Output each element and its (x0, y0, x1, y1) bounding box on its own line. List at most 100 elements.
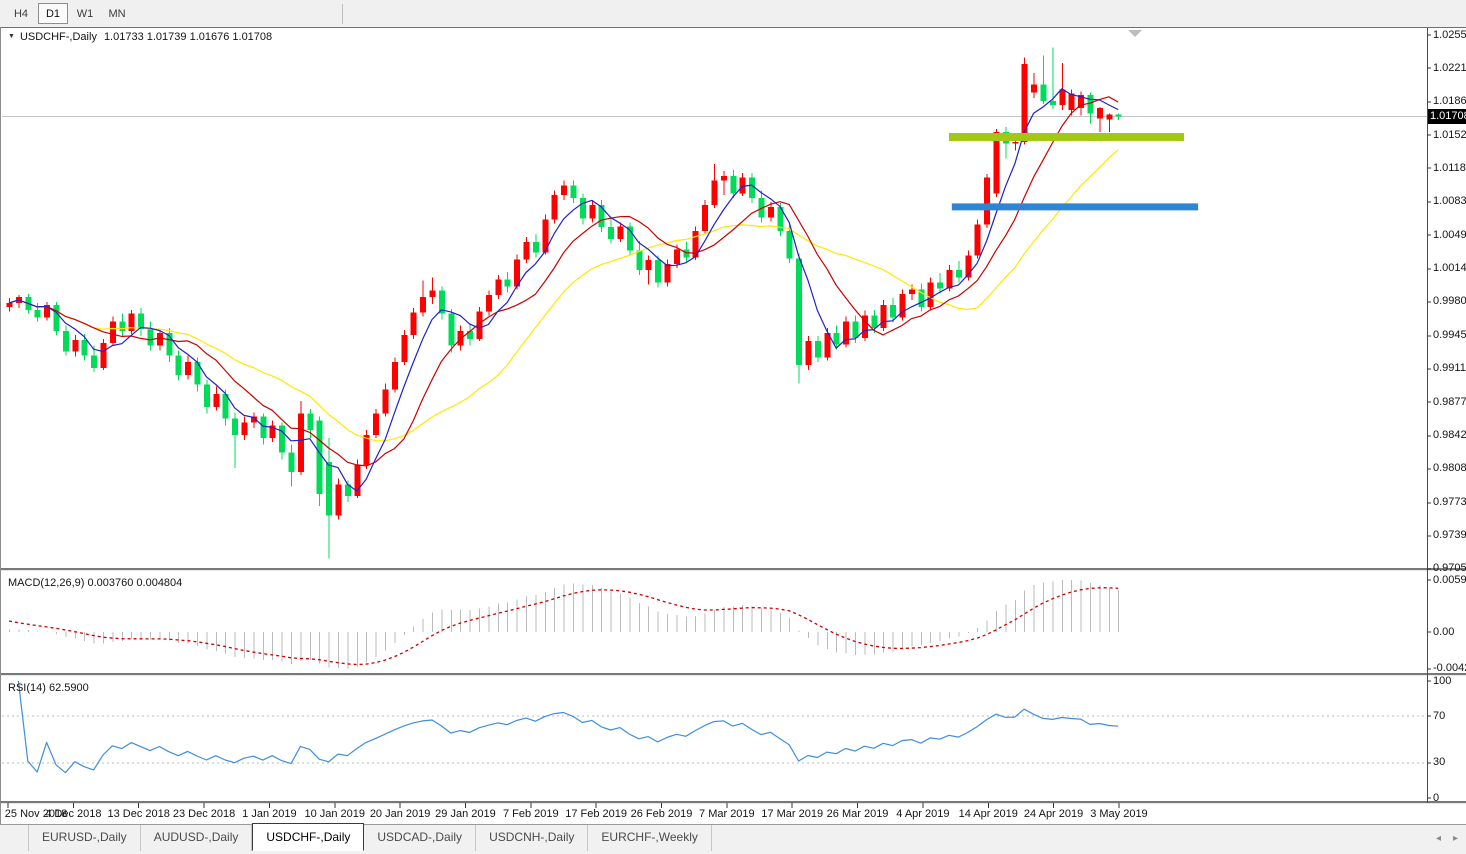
candle-body (636, 250, 643, 270)
candle-body (871, 315, 878, 329)
chart-tab-bar: EURUSD-,Daily AUDUSD-,Daily USDCHF-,Daily U… (0, 823, 1466, 854)
candle-body (72, 339, 79, 352)
candle-body (711, 180, 718, 205)
chart-tab-usdcnh-daily[interactable]: USDCNH-,Daily (476, 825, 589, 851)
candle-body (1087, 95, 1094, 114)
candle-body (655, 260, 662, 283)
candle-body (326, 462, 333, 516)
candle-body (335, 484, 342, 516)
rsi-line (17, 680, 1119, 774)
chart-tab-usdchf-daily[interactable]: USDCHF-,Daily (252, 823, 365, 851)
candle-body (401, 335, 408, 363)
candle-body (937, 282, 944, 289)
candle-body (946, 269, 953, 289)
candle-body (1031, 84, 1038, 93)
candle-body (147, 329, 154, 346)
candle-body (645, 260, 652, 270)
candle-body (260, 416, 267, 438)
candle-body (316, 420, 323, 495)
candle-body (363, 435, 370, 466)
terminal-window: H4 D1 W1 MN ▼ USDCHF-,Daily 1.01733 1.0173… (0, 0, 1466, 854)
candle-body (297, 413, 304, 472)
candle-body (852, 321, 859, 338)
ma-fast-line (8, 88, 1119, 492)
candle-body (720, 175, 727, 181)
chart-tab-usdcad-daily[interactable]: USDCAD-,Daily (364, 825, 477, 851)
candle-body (617, 226, 624, 239)
candle-body (53, 304, 60, 332)
candle-body (307, 413, 314, 431)
candle-body (730, 175, 737, 194)
candle-body (91, 355, 98, 369)
chart-tab-eurusd-daily[interactable]: EURUSD-,Daily (28, 825, 141, 851)
tab-scroll-right-button[interactable]: ▸ (1453, 834, 1458, 844)
candle-body (814, 340, 821, 358)
candle-body (185, 362, 192, 375)
tab-scroll-left-button[interactable]: ◂ (1436, 834, 1441, 844)
candle-body (420, 297, 427, 313)
candle-body (927, 282, 934, 307)
candle-body (880, 304, 887, 329)
chart-tab-eurchf-weekly[interactable]: EURCHF-,Weekly (588, 825, 712, 851)
candle-body (100, 342, 107, 369)
candle-body (391, 362, 398, 390)
candle-body (241, 422, 248, 436)
candle-body (382, 389, 389, 414)
candle-body (156, 333, 163, 346)
candle-body (589, 204, 596, 219)
candle-body (805, 340, 812, 366)
candle-body (974, 224, 981, 256)
candle-body (109, 321, 116, 343)
chart-canvas[interactable] (0, 0, 1466, 854)
candle-body (908, 289, 915, 295)
candle-body (579, 198, 586, 219)
candle-body (410, 312, 417, 336)
candle-body (702, 204, 709, 232)
candle-body (1040, 84, 1047, 102)
candle-body (570, 185, 577, 199)
candle-body (664, 264, 671, 283)
candle-body (119, 321, 126, 332)
candle-body (429, 290, 436, 298)
candle-body (673, 249, 680, 265)
collapse-indicators-icon[interactable]: ▼ (8, 33, 15, 40)
candle-body (213, 394, 220, 407)
candle-body (288, 452, 295, 472)
candle-body (1106, 114, 1113, 120)
candle-body (955, 269, 962, 278)
candle-body (551, 195, 558, 220)
candle-body (81, 339, 88, 356)
candle-body (138, 313, 145, 330)
candle-body (504, 279, 511, 287)
chart-tab-audusd-daily[interactable]: AUDUSD-,Daily (141, 825, 253, 851)
candle-body (1096, 107, 1103, 119)
candle-body (1059, 89, 1066, 105)
current-price-badge: 1.01708 (1428, 109, 1466, 124)
candle-body (448, 313, 455, 346)
candle-body (354, 465, 361, 497)
candle-body (62, 331, 69, 352)
candle-body (232, 418, 239, 436)
candle-body (749, 177, 756, 199)
candle-body (485, 295, 492, 312)
candle-body (608, 227, 615, 239)
candle-body (890, 304, 897, 318)
candle-body (1049, 101, 1056, 105)
candle-body (203, 384, 210, 407)
rsi-label: RSI(14) 62.5900 (8, 682, 89, 694)
candle-body (523, 241, 530, 260)
macd-label: MACD(12,26,9) 0.003760 0.004804 (8, 577, 183, 589)
candle-body (279, 425, 286, 453)
candle-body (175, 355, 182, 375)
candle-body (34, 309, 41, 318)
candle-body (373, 413, 380, 436)
candle-body (495, 279, 502, 296)
candle-body (833, 333, 840, 345)
candle-body (128, 313, 135, 332)
candle-body (683, 249, 690, 258)
candle-body (1115, 114, 1122, 117)
candle-body (767, 206, 774, 218)
candle-body (739, 177, 746, 194)
candle-body (786, 231, 793, 259)
candle-body (984, 177, 991, 225)
